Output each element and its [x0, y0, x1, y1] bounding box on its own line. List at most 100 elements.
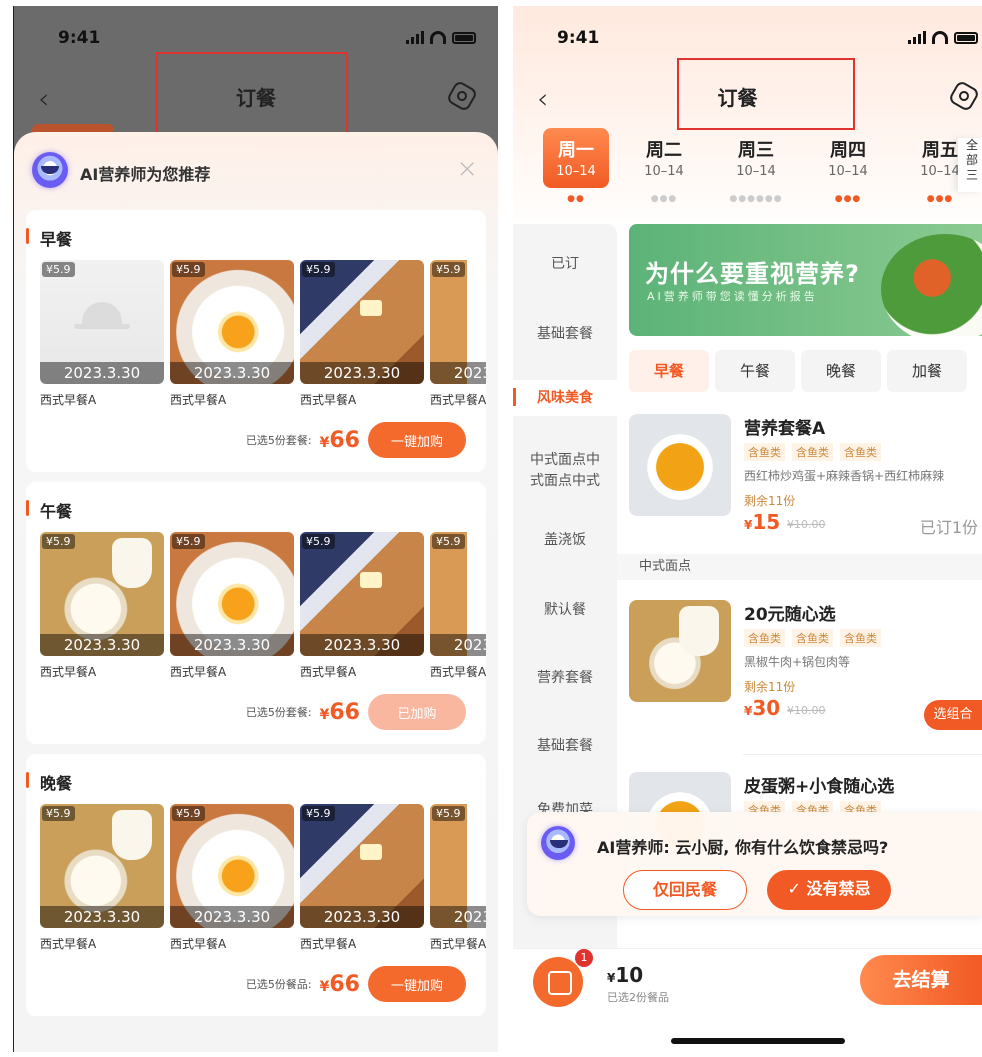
day-dots: ●●	[567, 194, 585, 204]
meal-item[interactable]: ¥5.9 2023.3.30 西式早餐A	[170, 260, 294, 408]
sidebar-item[interactable]: 已订	[513, 254, 617, 275]
dish-image-soymilk	[629, 600, 731, 702]
sidebar-item-active[interactable]: 风味美食	[513, 380, 617, 416]
meal-card-dinner: 晚餐 ¥5.9 2023.3.30 西式早餐A ¥5.9 2023.3.30 西…	[26, 754, 486, 1016]
meal-item[interactable]: ¥5.9 2023.3.30 西式早餐A	[170, 532, 294, 680]
tab-dinner[interactable]: 晚餐	[801, 350, 881, 392]
item-price: ¥5.9	[172, 806, 205, 821]
tab-breakfast[interactable]: 早餐	[629, 350, 709, 392]
ai-question: AI营养师: 云小厨, 你有什么饮食禁忌吗?	[597, 838, 889, 857]
day-dots: ●●●	[926, 194, 954, 204]
sidebar-item[interactable]: 营养套餐	[513, 668, 617, 689]
dish-item[interactable]: 20元随心选 含鱼类 含鱼类 含鱼类 黑椒牛肉+锅包肉等 剩余11份 ¥30 ¥…	[629, 600, 982, 730]
dish-description: 西红柿炒鸡蛋+麻辣香锅+西红柿麻辣	[744, 469, 945, 483]
no-restriction-button[interactable]: ✓ 没有禁忌	[767, 870, 891, 910]
item-name: 西式早餐A	[430, 393, 486, 407]
status-time: 9:41	[557, 28, 600, 48]
meal-items-strip[interactable]: ¥5.9 2023.3.30 西式早餐A ¥5.9 2023.3.30 西式早餐…	[40, 260, 486, 420]
meal-footer: 已选5份餐品: ¥66 一键加购	[246, 966, 466, 1002]
sidebar-item[interactable]: 盖浇饭	[513, 530, 617, 551]
item-date: 2023.3.30	[300, 634, 424, 656]
item-price: ¥5.9	[302, 806, 335, 821]
item-date: 2023.3.30	[170, 634, 294, 656]
signal-icon	[406, 31, 424, 44]
item-name: 西式早餐A	[170, 937, 227, 951]
meal-item[interactable]: ¥5.9 2023.3.30 西式早餐A	[170, 804, 294, 952]
item-date: 2023.3.30	[430, 906, 486, 928]
item-date: 2023.3.30	[40, 634, 164, 656]
sidebar-item[interactable]: 默认餐	[513, 600, 617, 621]
dish-remaining: 剩余11份	[744, 680, 796, 694]
dish-price: ¥30	[744, 696, 781, 720]
dish-tag: 含鱼类	[840, 443, 881, 461]
day-tab-tue[interactable]: 周二 10–14 ●●●	[631, 128, 697, 204]
highlight-box	[156, 52, 348, 144]
ordered-status: 已订1份	[919, 518, 978, 537]
add-all-button[interactable]: 一键加购	[368, 966, 466, 1002]
dish-tag: 含鱼类	[744, 443, 785, 461]
item-price: ¥5.9	[172, 534, 205, 549]
dish-item[interactable]: 营养套餐A 含鱼类 含鱼类 含鱼类 西红柿炒鸡蛋+麻辣香锅+西红柿麻辣 剩余11…	[629, 414, 982, 537]
dish-image-soup	[629, 414, 731, 516]
day-tab-mon[interactable]: 周一 10–14 ●●	[543, 128, 609, 204]
meal-items-strip[interactable]: ¥5.9 2023.3.30 西式早餐A ¥5.9 2023.3.30 西式早餐…	[40, 804, 486, 964]
item-price: ¥5.9	[42, 534, 75, 549]
status-icons	[406, 31, 476, 44]
nutrition-banner[interactable]: 为什么要重视营养? AI营养师带您读懂分析报告	[629, 224, 982, 336]
cart-icon[interactable]	[533, 957, 583, 1007]
day-date: 10–14	[736, 164, 776, 179]
sidebar-item[interactable]: 基础套餐	[513, 736, 617, 757]
item-price: ¥5.9	[432, 806, 465, 821]
day-dots: ●●●	[834, 194, 862, 204]
meal-item[interactable]: ¥5.9 2023.3.30 西式早餐A	[430, 532, 486, 680]
dish-description: 黑椒牛肉+锅包肉等	[744, 655, 851, 669]
meal-item[interactable]: ¥5.9 2023.3.30 西式早餐A	[300, 804, 424, 952]
food-image-fried-egg: ¥5.9 2023.3.30	[170, 804, 294, 928]
checkout-button[interactable]: 去结算	[860, 955, 982, 1005]
item-name: 西式早餐A	[40, 393, 97, 407]
meal-card-breakfast: 早餐 ¥5.9 2023.3.30 西式早餐A ¥5.9 2023.3.30 西…	[26, 210, 486, 472]
left-phone-screen: 9:41 ‹ 订餐 AI营养师为您推荐 × 早餐 ¥5.9 2023.3.30	[13, 6, 498, 1052]
day-dots: ●●●●●●	[729, 194, 783, 204]
meal-title: 午餐	[26, 498, 72, 522]
day-name: 周二	[646, 140, 682, 161]
dish-tag: 含鱼类	[792, 443, 833, 461]
highlight-box	[677, 58, 855, 130]
meal-item[interactable]: ¥5.9 2023.3.30 西式早餐A	[430, 260, 486, 408]
food-image-milk: ¥5.9 2023.3.30	[430, 804, 486, 928]
day-tab-wed[interactable]: 周三 10–14 ●●●●●●	[723, 128, 789, 204]
meal-item[interactable]: ¥5.9 2023.3.30 西式早餐A	[300, 532, 424, 680]
home-indicator	[671, 1038, 845, 1044]
meal-item[interactable]: ¥5.9 2023.3.30 西式早餐A	[40, 260, 164, 408]
add-all-button[interactable]: 一键加购	[368, 422, 466, 458]
right-phone-screen: 9:41 ‹ 订餐 周一 10–14 ●● 周二 10–14 ●●● 周三 10…	[513, 6, 982, 1052]
added-button[interactable]: 已加购	[368, 694, 466, 730]
dish-tags: 含鱼类 含鱼类 含鱼类	[744, 629, 881, 647]
choose-combo-button[interactable]: 选组合	[924, 700, 982, 730]
meal-item[interactable]: ¥5.9 2023.3.30 西式早餐A	[300, 260, 424, 408]
dish-name: 营养套餐A	[744, 419, 826, 439]
food-image-fried-egg: ¥5.9 2023.3.30	[170, 532, 294, 656]
meal-item[interactable]: ¥5.9 2023.3.30 西式早餐A	[40, 532, 164, 680]
wifi-icon	[932, 31, 948, 44]
meal-items-strip[interactable]: ¥5.9 2023.3.30 西式早餐A ¥5.9 2023.3.30 西式早餐…	[40, 532, 486, 692]
tab-extra[interactable]: 加餐	[887, 350, 967, 392]
status-time: 9:41	[58, 28, 101, 48]
meal-item[interactable]: ¥5.9 2023.3.30 西式早餐A	[40, 804, 164, 952]
food-image-fried-egg: ¥5.9 2023.3.30	[170, 260, 294, 384]
dish-old-price: ¥10.00	[787, 518, 826, 531]
ai-nutritionist-icon	[32, 152, 68, 188]
meal-type-tabs: 早餐 午餐 晚餐 加餐	[629, 350, 982, 392]
day-tab-thu[interactable]: 周四 10–14 ●●●	[815, 128, 881, 204]
dish-price: ¥15	[744, 510, 781, 534]
meal-item[interactable]: ¥5.9 2023.3.30 西式早餐A	[430, 804, 486, 952]
halal-only-button[interactable]: 仅回民餐	[623, 870, 747, 910]
close-icon[interactable]: ×	[456, 154, 478, 184]
item-date: 2023.3.30	[170, 362, 294, 384]
sidebar-item[interactable]: 中式面点中式面点中式	[513, 450, 617, 492]
tab-lunch[interactable]: 午餐	[715, 350, 795, 392]
sidebar-item[interactable]: 基础套餐	[513, 324, 617, 345]
item-date: 2023.3.30	[430, 362, 486, 384]
signal-icon	[908, 31, 926, 44]
all-week-tab[interactable]: 全部三	[958, 138, 982, 192]
